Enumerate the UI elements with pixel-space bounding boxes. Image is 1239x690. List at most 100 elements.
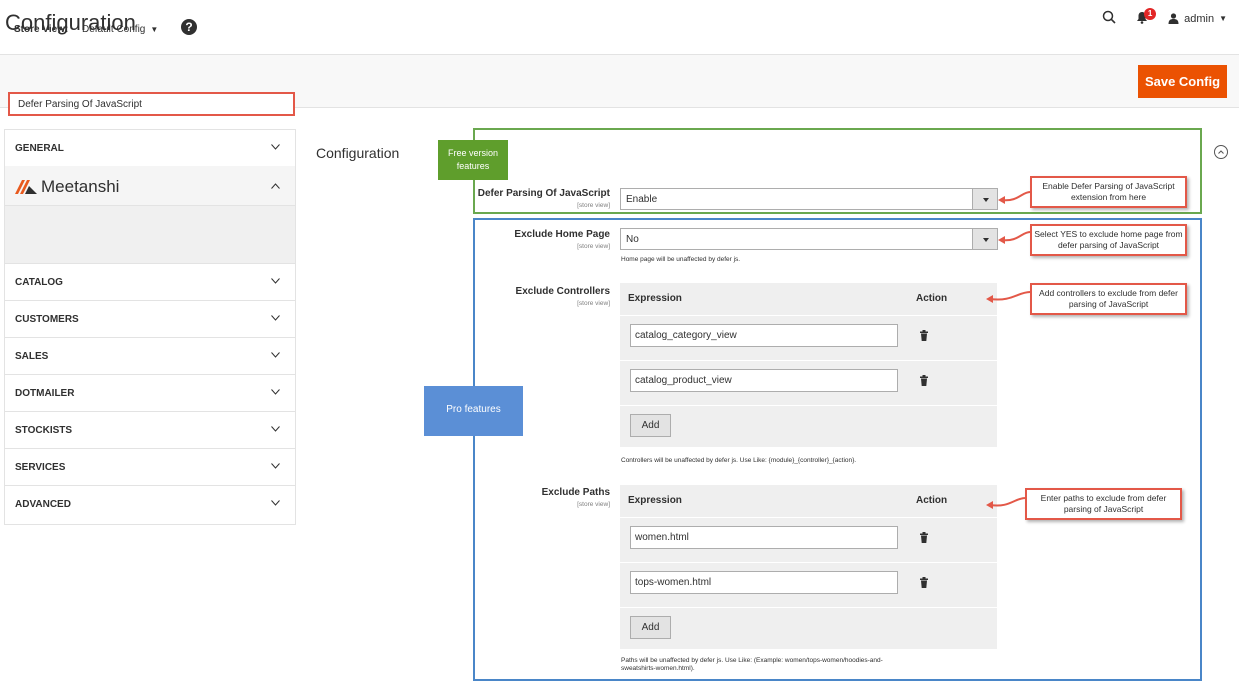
callout-arrow-icon [986, 291, 1031, 303]
sidebar-item-label: SALES [15, 351, 49, 362]
table-row [620, 517, 997, 562]
store-view-value: Default Config [82, 24, 146, 35]
expression-input[interactable] [630, 369, 898, 392]
select-value: Enable [626, 194, 658, 205]
free-features-tag: Free version features [438, 140, 508, 180]
sidebar-item-meetanshi[interactable]: Meetanshi [5, 166, 295, 206]
sidebar-group-meetanshi: Meetanshi [5, 166, 295, 264]
trash-icon[interactable] [920, 375, 928, 386]
field-label: Exclude Home Page [514, 229, 610, 240]
callout-home: Select YES to exclude home page from def… [1030, 224, 1187, 256]
column-header-action: Action [916, 495, 948, 506]
sidebar-item-services[interactable]: SERVICES [5, 449, 295, 486]
callout-arrow-icon [986, 497, 1027, 509]
chevron-down-icon [972, 229, 997, 249]
select-value: No [626, 234, 639, 245]
exclude-home-note: Home page will be unaffected by defer js… [621, 256, 741, 263]
callout-controllers: Add controllers to exclude from defer pa… [1030, 283, 1187, 315]
chevron-down-icon [271, 278, 280, 284]
sidebar-item-catalog[interactable]: CATALOG [5, 264, 295, 301]
defer-parsing-label: Defer Parsing Of JavaScript [store view] [420, 188, 610, 212]
user-icon [1168, 13, 1179, 24]
exclude-home-label: Exclude Home Page [store view] [420, 229, 610, 253]
sidebar-item-sales[interactable]: SALES [5, 338, 295, 375]
sidebar-item-label: CATALOG [15, 277, 63, 288]
sidebar-subitem-defer-parsing[interactable]: Defer Parsing Of JavaScript [8, 92, 295, 116]
store-view-switcher[interactable]: Default Config ▼ [82, 24, 158, 35]
header-actions: 1 admin ▼ [1102, 7, 1227, 27]
expression-input[interactable] [630, 526, 898, 549]
expression-input[interactable] [630, 324, 898, 347]
field-label: Defer Parsing Of JavaScript [477, 188, 610, 199]
notifications-bell-icon[interactable]: 1 [1136, 7, 1157, 27]
chevron-down-icon [271, 463, 280, 469]
grid-header: Expression Action [620, 283, 997, 315]
field-label: Exclude Paths [541, 487, 610, 498]
sidebar-item-label: GENERAL [15, 143, 64, 154]
chevron-down-icon [271, 389, 280, 395]
chevron-down-icon [271, 352, 280, 358]
page: Configuration 1 admin ▼ Store View: Defa… [0, 0, 1239, 690]
note-line: sweatshirts-women.html). [621, 665, 695, 672]
chevron-down-icon [271, 144, 280, 150]
sidebar-item-label: SERVICES [15, 462, 66, 473]
exclude-paths-grid: Expression Action Add [620, 485, 997, 649]
sidebar-item-label: CUSTOMERS [15, 314, 79, 325]
exclude-controllers-note: Controllers will be unaffected by defer … [621, 457, 857, 464]
trash-icon[interactable] [920, 532, 928, 543]
sidebar-item-general[interactable]: GENERAL [5, 130, 295, 167]
sidebar-item-advanced[interactable]: ADVANCED [5, 486, 295, 523]
grid-footer: Add [620, 405, 997, 447]
section-title: Configuration [316, 145, 400, 161]
column-header-action: Action [916, 293, 948, 304]
chevron-down-icon: ▼ [148, 25, 159, 34]
save-config-button[interactable]: Save Config [1138, 65, 1227, 98]
search-icon[interactable] [1102, 10, 1116, 27]
collapse-section-icon[interactable] [1214, 145, 1228, 159]
trash-icon[interactable] [920, 577, 928, 588]
exclude-controllers-grid: Expression Action Add [620, 283, 997, 447]
sidebar-item-label: STOCKISTS [15, 425, 73, 436]
notification-count-badge: 1 [1144, 7, 1157, 20]
add-path-button[interactable]: Add [630, 616, 671, 639]
grid-header: Expression Action [620, 485, 997, 517]
add-controller-button[interactable]: Add [630, 414, 671, 437]
chevron-down-icon [271, 315, 280, 321]
scope-label: [store view] [577, 202, 610, 209]
chevron-down-icon [271, 426, 280, 432]
sidebar-item-stockists[interactable]: STOCKISTS [5, 412, 295, 449]
chevron-down-icon [972, 189, 997, 209]
scope-label: [store view] [577, 243, 610, 250]
scope-label: [store view] [577, 501, 610, 508]
chevron-down-icon: ▼ [1219, 14, 1227, 23]
trash-icon[interactable] [920, 330, 928, 341]
table-row [620, 562, 997, 607]
store-view-label: Store View: [14, 24, 69, 35]
callout-paths: Enter paths to exclude from defer parsin… [1025, 488, 1182, 520]
sidebar-item-customers[interactable]: CUSTOMERS [5, 301, 295, 338]
table-row [620, 315, 997, 360]
user-menu[interactable]: admin ▼ [1168, 13, 1227, 25]
user-name: admin [1184, 12, 1215, 25]
callout-arrow-icon [998, 231, 1031, 244]
sidebar-item-label: DOTMAILER [15, 388, 75, 399]
exclude-paths-label: Exclude Paths [store view] [420, 487, 610, 511]
chevron-up-icon [271, 183, 280, 189]
table-row [620, 360, 997, 405]
chevron-down-icon [271, 500, 280, 506]
defer-parsing-select[interactable]: Enable [620, 188, 998, 210]
grid-footer: Add [620, 607, 997, 649]
exclude-home-select[interactable]: No [620, 228, 998, 250]
exclude-controllers-label: Exclude Controllers [store view] [420, 286, 610, 310]
scope-label: [store view] [577, 300, 610, 307]
exclude-paths-note: Paths will be unaffected by defer js. Us… [621, 657, 883, 673]
help-icon[interactable]: ? [181, 19, 197, 35]
sidebar-item-label: ADVANCED [15, 499, 71, 510]
column-header-expression: Expression [628, 293, 682, 304]
meetanshi-logo-icon [15, 180, 37, 194]
field-label: Exclude Controllers [515, 286, 610, 297]
pro-features-tag: Pro features [424, 386, 523, 436]
config-sidebar: GENERAL Meetanshi CATALOG CUSTOMERS SALE… [4, 129, 296, 525]
sidebar-item-dotmailer[interactable]: DOTMAILER [5, 375, 295, 412]
expression-input[interactable] [630, 571, 898, 594]
